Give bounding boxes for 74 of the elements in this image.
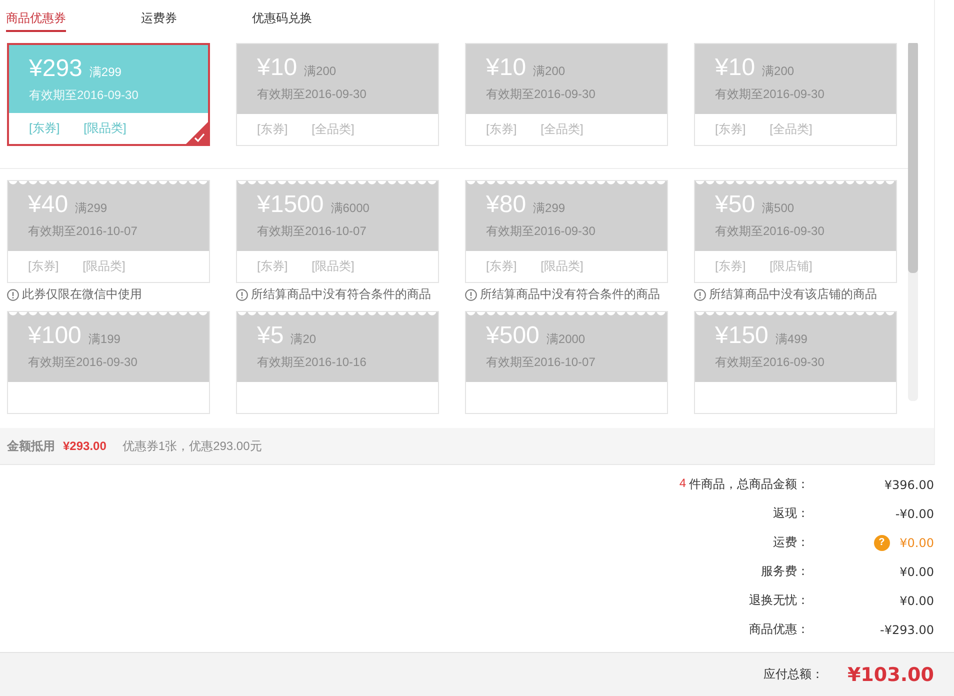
coupon-tag: [东券] xyxy=(715,258,746,275)
coupon-note: 所结算商品中没有符合条件的商品 xyxy=(251,286,431,303)
info-icon xyxy=(7,288,19,300)
summary-label: 返现： xyxy=(773,505,809,522)
deduction-detail: 优惠券1张，优惠293.00元 xyxy=(122,438,262,454)
coupon-tag: [限品类] xyxy=(540,258,584,275)
summary-value: ¥396.00 xyxy=(884,478,934,492)
scrollbar[interactable] xyxy=(908,43,918,401)
coupon-tag: [东券] xyxy=(486,258,517,275)
coupon-condition: 满20 xyxy=(290,331,316,348)
summary-value: -¥0.00 xyxy=(895,506,934,520)
info-icon xyxy=(236,288,248,300)
coupon-condition: 满500 xyxy=(762,200,794,217)
coupon-condition: 满200 xyxy=(304,63,336,80)
coupon-card[interactable]: ¥293 满299 有效期至2016-09-30 [东券] [限品类] xyxy=(7,43,210,146)
coupon-condition: 满200 xyxy=(533,63,566,80)
coupon-tag: [限品类] xyxy=(312,258,354,275)
coupon-expiry: 有效期至2016-09-30 xyxy=(715,354,826,371)
summary-value: ¥0.00 xyxy=(900,594,934,608)
coupon-expiry: 有效期至2016-09-30 xyxy=(486,223,596,240)
coupon-tag: [东券] xyxy=(257,121,288,138)
coupon-condition: 满299 xyxy=(89,64,122,81)
coupon-condition: 满199 xyxy=(88,331,120,348)
coupon-tab[interactable]: 优惠码兑换 xyxy=(252,10,312,32)
coupon-amount: ¥293 xyxy=(29,55,82,83)
total-amount: ¥103.00 xyxy=(847,664,934,686)
coupon-note: 所结算商品中没有该店铺的商品 xyxy=(709,286,877,303)
summary-label: 件商品，总商品金额： xyxy=(689,476,809,493)
coupon-condition: 满200 xyxy=(762,63,794,80)
coupon-expiry: 有效期至2016-09-30 xyxy=(715,223,826,240)
coupon-note: 所结算商品中没有符合条件的商品 xyxy=(480,286,660,303)
coupon-tag: [全品类] xyxy=(540,121,584,138)
info-icon xyxy=(694,288,706,300)
summary-value: -¥293.00 xyxy=(880,622,934,636)
coupon-expiry: 有效期至2016-09-30 xyxy=(486,86,596,103)
coupon-tag: [东券] xyxy=(28,258,59,275)
selected-check-icon xyxy=(186,122,208,144)
coupon-tag: [限店铺] xyxy=(770,258,812,275)
coupon-tag: [限品类] xyxy=(82,258,126,275)
coupon-note: 此券仅限在微信中使用 xyxy=(22,286,142,303)
coupon-tab[interactable]: 运费券 xyxy=(141,10,177,32)
summary-value: ¥0.00 xyxy=(900,564,934,578)
help-icon[interactable]: ? xyxy=(874,534,890,550)
coupon-expiry: 有效期至2016-09-30 xyxy=(257,86,368,103)
summary-label: 运费： xyxy=(773,534,809,551)
coupon-expiry: 有效期至2016-10-07 xyxy=(28,223,138,240)
summary-value: ¥0.00 xyxy=(900,536,934,550)
coupon-tag: [东券] xyxy=(257,258,288,275)
coupon-tag: [全品类] xyxy=(312,121,354,138)
coupon-tag: [限品类] xyxy=(84,120,126,137)
info-icon xyxy=(465,288,477,300)
summary-label: 退换无忧： xyxy=(749,592,809,609)
coupon-condition: 满6000 xyxy=(330,200,370,217)
deduction-amount: ¥293.00 xyxy=(63,439,106,453)
deduction-label: 金额抵用 xyxy=(7,438,55,454)
coupon-tag: [东券] xyxy=(29,120,60,137)
coupon-tag: [东券] xyxy=(486,121,517,138)
coupon-expiry: 有效期至2016-09-30 xyxy=(29,87,140,104)
coupon-tag: [东券] xyxy=(715,121,746,138)
coupon-expiry: 有效期至2016-10-07 xyxy=(486,354,596,371)
coupon-expiry: 有效期至2016-10-07 xyxy=(257,223,368,240)
coupon-condition: 满499 xyxy=(775,331,808,348)
coupon-tab[interactable]: 商品优惠券 xyxy=(6,10,66,32)
coupon-expiry: 有效期至2016-09-30 xyxy=(28,354,138,371)
coupon-condition: 满299 xyxy=(75,200,108,217)
coupon-condition: 满2000 xyxy=(546,331,586,348)
item-count: 4 xyxy=(679,476,686,492)
coupon-tag: [全品类] xyxy=(770,121,812,138)
summary-label: 服务费： xyxy=(761,563,809,580)
total-label: 应付总额： xyxy=(763,666,824,683)
coupon-expiry: 有效期至2016-09-30 xyxy=(715,86,826,103)
coupon-expiry: 有效期至2016-10-16 xyxy=(257,354,368,371)
summary-label: 商品优惠： xyxy=(749,621,809,638)
coupon-condition: 满299 xyxy=(533,200,566,217)
